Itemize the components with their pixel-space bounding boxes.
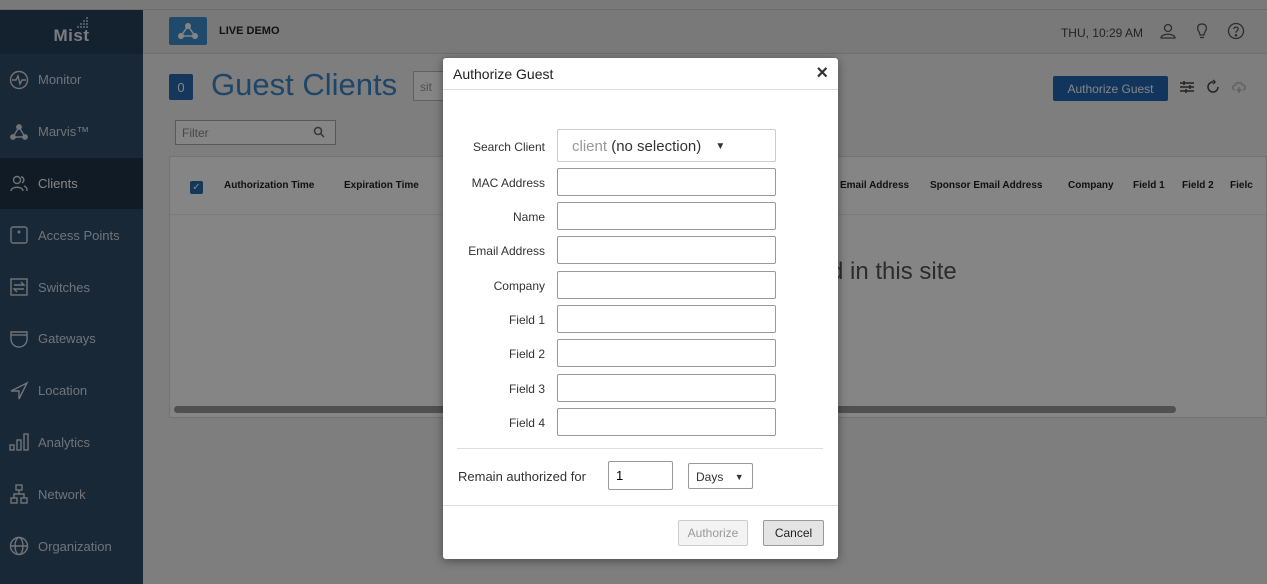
field-1-input[interactable] bbox=[557, 305, 776, 333]
mac-address-label: MAC Address bbox=[471, 176, 545, 190]
close-icon[interactable]: × bbox=[816, 63, 828, 83]
email-address-row: Email Address bbox=[443, 236, 838, 264]
duration-unit-value: Days bbox=[696, 470, 724, 484]
authorize-guest-dialog: Authorize Guest × Search Client client (… bbox=[443, 58, 838, 559]
field-2-label: Field 2 bbox=[508, 347, 545, 361]
divider bbox=[457, 448, 823, 449]
dialog-title: Authorize Guest bbox=[453, 66, 554, 82]
search-client-placeholder: client bbox=[572, 138, 608, 155]
search-client-value: (no selection) bbox=[611, 138, 702, 155]
field-4-row: Field 4 bbox=[443, 408, 838, 436]
name-input[interactable] bbox=[557, 202, 776, 230]
field-2-input[interactable] bbox=[557, 339, 776, 367]
field-2-row: Field 2 bbox=[443, 339, 838, 367]
remain-duration-input[interactable] bbox=[608, 461, 673, 490]
field-4-label: Field 4 bbox=[508, 416, 545, 430]
company-label: Company bbox=[493, 279, 545, 293]
search-client-row: Search Client client (no selection) ▼ bbox=[443, 129, 838, 162]
remain-authorized-label: Remain authorized for bbox=[458, 469, 586, 484]
email-address-input[interactable] bbox=[557, 236, 776, 264]
authorize-button[interactable]: Authorize bbox=[678, 520, 748, 546]
email-address-label: Email Address bbox=[468, 244, 545, 258]
search-client-dropdown[interactable]: client (no selection) ▼ bbox=[557, 129, 776, 162]
name-row: Name bbox=[443, 202, 838, 230]
field-3-label: Field 3 bbox=[508, 382, 545, 396]
chevron-down-icon: ▼ bbox=[715, 141, 726, 152]
chevron-down-icon: ▼ bbox=[734, 472, 744, 482]
field-3-input[interactable] bbox=[557, 374, 776, 402]
mac-address-input[interactable] bbox=[557, 168, 776, 196]
footer-divider bbox=[443, 505, 838, 506]
cancel-button[interactable]: Cancel bbox=[763, 520, 824, 546]
duration-unit-dropdown[interactable]: Days ▼ bbox=[688, 463, 753, 489]
field-1-label: Field 1 bbox=[508, 313, 545, 327]
mac-address-row: MAC Address bbox=[443, 168, 838, 196]
field-3-row: Field 3 bbox=[443, 374, 838, 402]
name-label: Name bbox=[512, 210, 545, 224]
search-client-label: Search Client bbox=[472, 140, 545, 154]
company-row: Company bbox=[443, 271, 838, 299]
field-4-input[interactable] bbox=[557, 408, 776, 436]
field-1-row: Field 1 bbox=[443, 305, 838, 333]
dialog-header: Authorize Guest × bbox=[443, 58, 838, 90]
company-input[interactable] bbox=[557, 271, 776, 299]
